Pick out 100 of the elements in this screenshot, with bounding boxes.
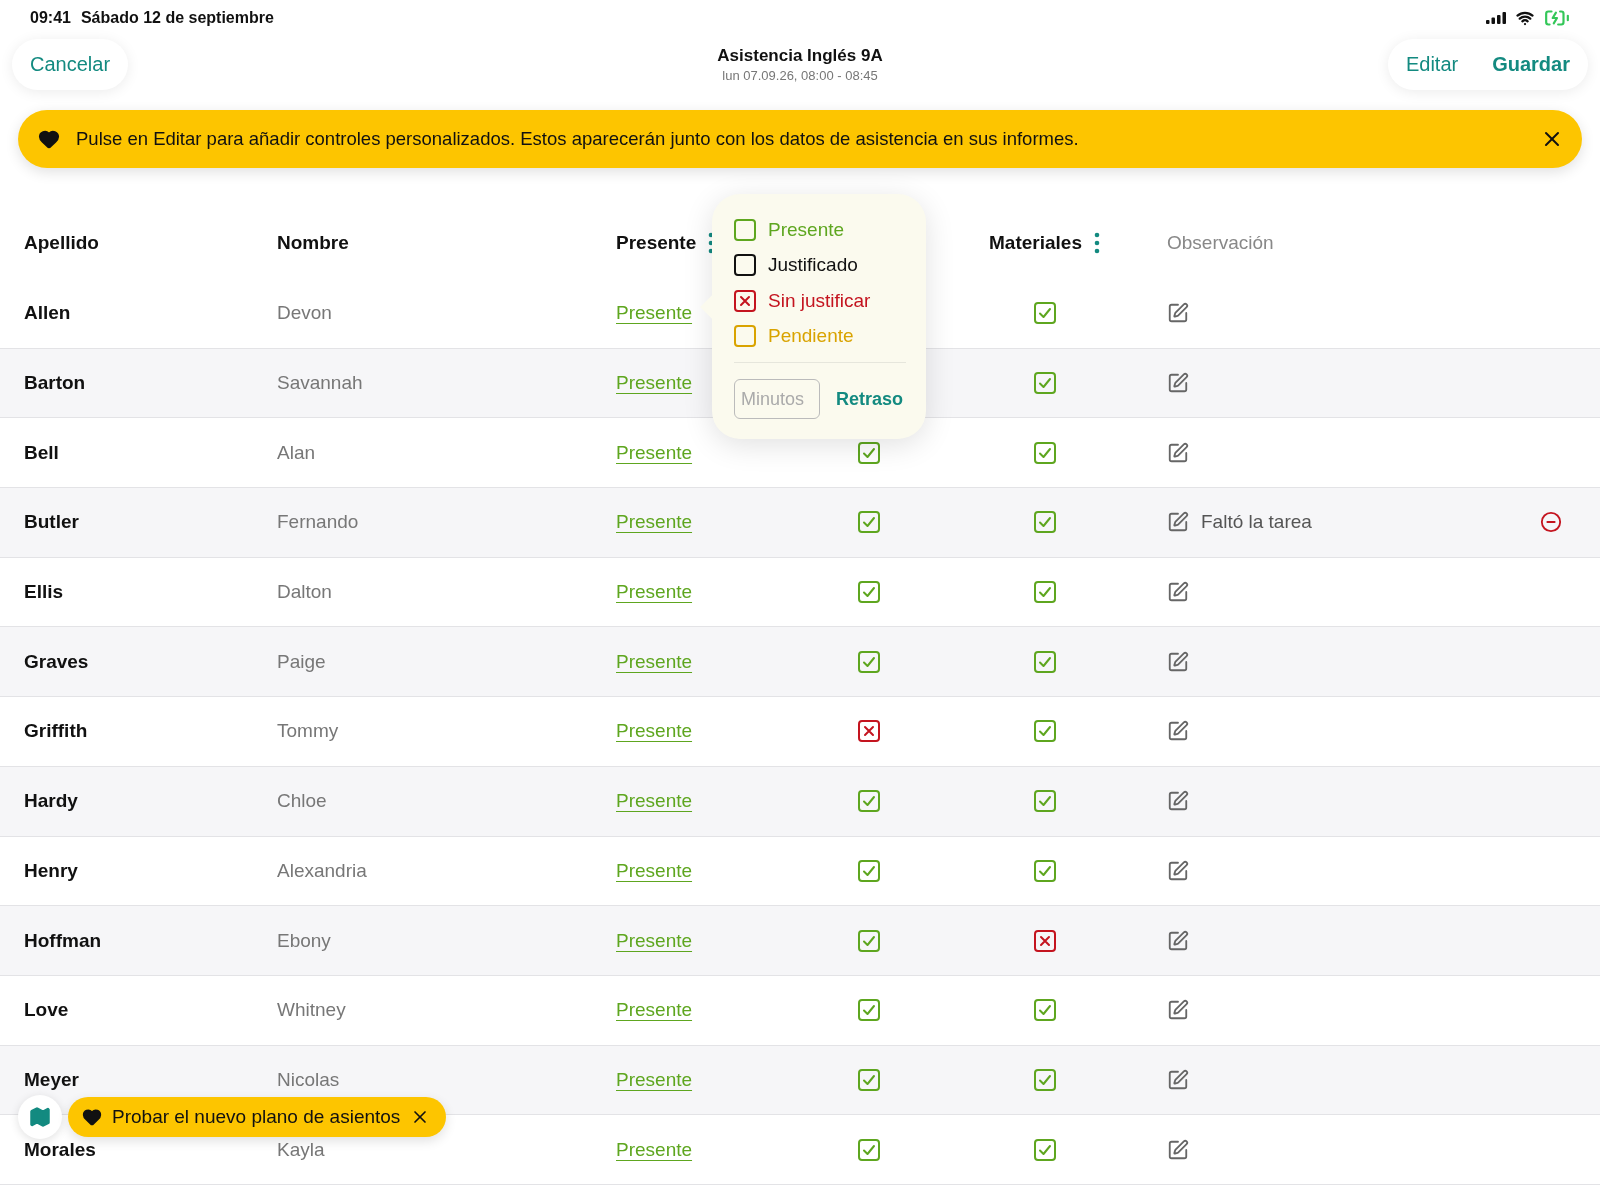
attendance-link[interactable]: Presente — [616, 581, 693, 603]
option-checkbox[interactable] — [734, 218, 756, 241]
last-name: Barton — [24, 372, 87, 395]
column-header: Presente — [616, 232, 697, 254]
option-checkbox[interactable] — [734, 289, 756, 312]
toast-text: Probar el nuevo plano de asientos — [112, 1106, 401, 1128]
checked-checkbox[interactable] — [1033, 581, 1056, 604]
delay-button[interactable]: Retraso — [836, 388, 904, 410]
checked-checkbox[interactable] — [1033, 790, 1056, 813]
remove-icon[interactable] — [1540, 511, 1562, 534]
first-name: Chloe — [277, 790, 328, 813]
checked-checkbox[interactable] — [858, 999, 880, 1022]
attendance-link[interactable]: Presente — [616, 929, 693, 951]
checked-checkbox[interactable] — [1033, 511, 1056, 534]
last-name: Hoffman — [24, 929, 103, 952]
checked-checkbox[interactable] — [858, 650, 880, 673]
attendance-link[interactable]: Presente — [616, 511, 693, 533]
last-name: Allen — [24, 302, 72, 325]
last-name: Graves — [24, 650, 90, 673]
crossed-checkbox[interactable] — [858, 720, 880, 743]
checked-checkbox[interactable] — [858, 929, 880, 952]
attendance-link[interactable]: Presente — [616, 441, 693, 463]
option-label: Presente — [768, 218, 845, 241]
checked-checkbox[interactable] — [858, 859, 880, 882]
signal-icon — [1486, 12, 1506, 24]
checked-checkbox[interactable] — [1033, 720, 1056, 743]
crossed-checkbox[interactable] — [1033, 929, 1056, 952]
attendance-link[interactable]: Presente — [616, 790, 693, 812]
checked-checkbox[interactable] — [1033, 441, 1056, 464]
checked-checkbox[interactable] — [858, 581, 880, 604]
first-name: Alan — [277, 441, 317, 464]
edit-note-icon[interactable] — [1167, 581, 1189, 604]
edit-note-icon[interactable] — [1167, 999, 1189, 1022]
save-button[interactable]: Guardar — [1480, 42, 1582, 86]
checked-checkbox[interactable] — [1033, 1068, 1056, 1091]
page-subtitle: lun 07.09.26, 08:00 - 08:45 — [721, 67, 879, 83]
edit-note-icon[interactable] — [1167, 1138, 1189, 1161]
attendance-link[interactable]: Presente — [616, 372, 693, 394]
option-checkbox[interactable] — [734, 254, 756, 277]
edit-note-icon[interactable] — [1167, 1068, 1189, 1091]
last-name: Butler — [24, 511, 80, 534]
edit-note-icon[interactable] — [1167, 929, 1189, 952]
attendance-link[interactable]: Presente — [616, 1138, 693, 1160]
last-name: Bell — [24, 441, 60, 464]
checked-checkbox[interactable] — [858, 511, 880, 534]
attendance-link[interactable]: Presente — [616, 302, 693, 324]
edit-note-icon[interactable] — [1167, 441, 1189, 464]
heart-icon — [82, 1107, 102, 1127]
column-header: Apellido — [24, 232, 99, 254]
minutes-field[interactable]: Minutos — [734, 379, 820, 419]
option-label: Pendiente — [768, 325, 854, 348]
note-text: Faltó la tarea — [1201, 511, 1312, 534]
checked-checkbox[interactable] — [858, 790, 880, 813]
column-header: Materiales — [989, 232, 1082, 254]
first-name: Paige — [277, 650, 327, 673]
attendance-link[interactable]: Presente — [616, 1068, 693, 1090]
checked-checkbox[interactable] — [858, 441, 880, 464]
first-name: Dalton — [277, 581, 333, 604]
checked-checkbox[interactable] — [1033, 859, 1056, 882]
edit-note-icon[interactable] — [1167, 302, 1189, 325]
last-name: Hardy — [24, 790, 79, 813]
attendance-link[interactable]: Presente — [616, 859, 693, 881]
first-name: Devon — [277, 302, 333, 325]
banner-text: Pulse en Editar para añadir controles personalizados. Estos aparecerán junto con los datos de asistencia en sus informes. — [76, 128, 1080, 150]
heart-icon — [38, 128, 60, 150]
status-date: Sábado 12 de septiembre — [80, 9, 274, 27]
attendance-link[interactable]: Presente — [616, 999, 693, 1021]
last-name: Ellis — [24, 581, 65, 604]
column-header: Nombre — [277, 232, 349, 254]
column-header: Observación — [1167, 232, 1274, 254]
cancel-button[interactable]: Cancelar — [18, 42, 123, 86]
edit-note-icon[interactable] — [1167, 511, 1189, 534]
wifi-icon — [1516, 9, 1534, 27]
last-name: Meyer — [24, 1068, 80, 1091]
edit-note-icon[interactable] — [1167, 859, 1189, 882]
checked-checkbox[interactable] — [1033, 1138, 1056, 1161]
first-name: Nicolas — [277, 1068, 341, 1091]
more-icon[interactable] — [1093, 232, 1100, 254]
first-name: Alexandria — [277, 859, 368, 882]
checked-checkbox[interactable] — [1033, 372, 1056, 395]
status-time: 09:41 — [30, 9, 71, 27]
checked-checkbox[interactable] — [1033, 999, 1056, 1022]
checked-checkbox[interactable] — [858, 1068, 880, 1091]
option-checkbox[interactable] — [734, 325, 756, 348]
map-icon — [28, 1105, 52, 1129]
first-name: Kayla — [277, 1138, 326, 1161]
first-name: Tommy — [277, 720, 340, 743]
edit-note-icon[interactable] — [1167, 720, 1189, 743]
edit-note-icon[interactable] — [1167, 650, 1189, 673]
option-label: Justificado — [768, 254, 858, 277]
checked-checkbox[interactable] — [858, 1138, 880, 1161]
checked-checkbox[interactable] — [1033, 650, 1056, 673]
edit-note-icon[interactable] — [1167, 372, 1189, 395]
attendance-link[interactable]: Presente — [616, 720, 693, 742]
last-name: Love — [24, 999, 70, 1022]
edit-note-icon[interactable] — [1167, 790, 1189, 813]
edit-button[interactable]: Editar — [1393, 42, 1471, 86]
attendance-link[interactable]: Presente — [616, 650, 693, 672]
last-name: Henry — [24, 859, 79, 882]
checked-checkbox[interactable] — [1033, 302, 1056, 325]
